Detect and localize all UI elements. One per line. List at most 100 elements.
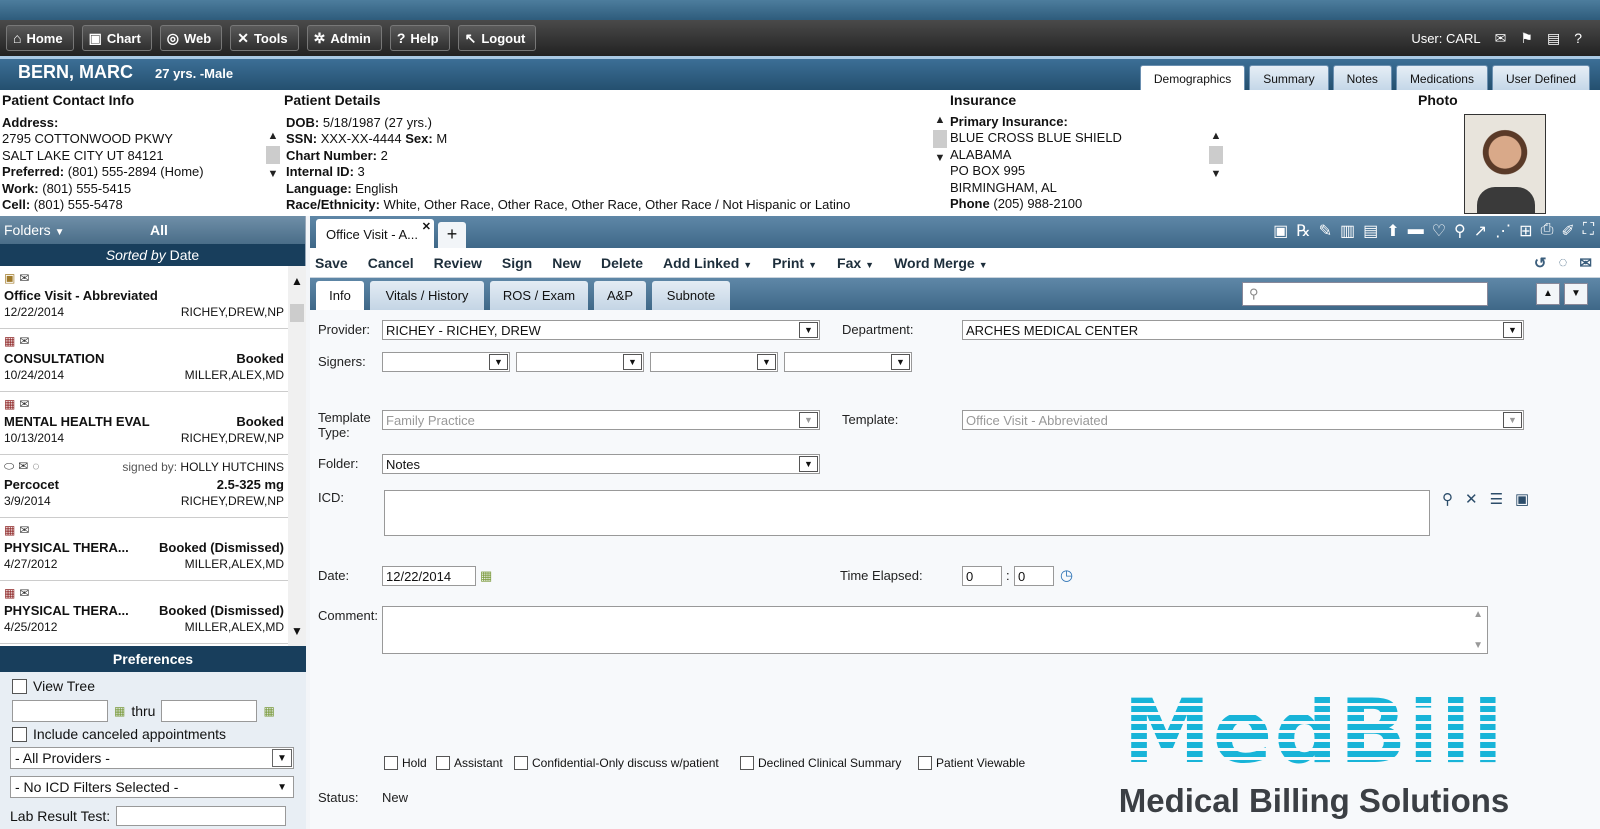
signer-select-1[interactable]: ▼ — [382, 352, 510, 372]
nav-help-button[interactable]: ? Help — [389, 25, 450, 51]
tab-office-visit[interactable]: Office Visit - A... ✕ — [316, 219, 434, 248]
tab-ros-exam[interactable]: ROS / Exam — [490, 281, 588, 310]
save-button[interactable]: Save — [315, 255, 348, 271]
search-icon[interactable]: ⚲ — [1442, 490, 1453, 508]
bed-icon[interactable]: ▬ — [1408, 221, 1424, 241]
tab-notes[interactable]: Notes — [1332, 65, 1392, 91]
tab-a-and-p[interactable]: A&P — [594, 281, 646, 310]
mail-icon[interactable]: ✉ — [1495, 30, 1507, 47]
close-icon[interactable]: ✕ — [422, 220, 431, 233]
signer-select-2[interactable]: ▼ — [516, 352, 644, 372]
tab-user-defined[interactable]: User Defined — [1491, 65, 1590, 91]
insurance-left-scrollbar[interactable]: ▲ ▼ — [932, 114, 948, 194]
scroll-thumb[interactable] — [1209, 146, 1223, 164]
time-hours-input[interactable]: 0 — [962, 566, 1002, 586]
scroll-thumb[interactable] — [290, 304, 304, 322]
assistant-checkbox-row[interactable]: Assistant — [436, 756, 503, 770]
tab-subnote[interactable]: Subnote — [652, 281, 730, 310]
previous-button[interactable]: ▲ — [1536, 283, 1560, 305]
search-input[interactable]: ⚲ — [1242, 282, 1488, 306]
tab-medications[interactable]: Medications — [1395, 65, 1488, 91]
sorted-by-header[interactable]: Sorted by Date — [0, 244, 305, 266]
run-icon[interactable]: ⚲ — [1454, 221, 1466, 241]
comment-icon[interactable]: ◌ — [1559, 254, 1568, 272]
confidential-checkbox-row[interactable]: Confidential-Only discuss w/patient — [514, 756, 719, 770]
folder-select[interactable]: Notes ▼ — [382, 454, 820, 474]
next-button[interactable]: ▼ — [1564, 283, 1588, 305]
pen-icon[interactable]: ✎ — [1319, 221, 1332, 241]
tab-vitals-history[interactable]: Vitals / History — [370, 281, 484, 310]
list-item[interactable]: ▦ ✉ MENTAL HEALTH EVAL Booked 10/13/2014 RI… — [0, 392, 288, 455]
hold-checkbox[interactable] — [384, 756, 398, 770]
time-minutes-input[interactable]: 0 — [1014, 566, 1054, 586]
date-to-input[interactable] — [161, 700, 258, 722]
list-item[interactable]: ▦ ✉ CONSULTATION Booked 10/24/2014 MILLER,A… — [0, 329, 288, 392]
help-circle-icon[interactable]: ? — [1574, 30, 1582, 46]
print-menu[interactable]: Print ▼ — [772, 255, 817, 271]
word-merge-menu[interactable]: Word Merge ▼ — [894, 255, 988, 271]
provider-select[interactable]: RICHEY - RICHEY, DREW ▼ — [382, 320, 820, 340]
list-icon[interactable]: ☰ — [1490, 490, 1503, 508]
envelope-icon[interactable]: ✉ — [1579, 254, 1592, 272]
signer-select-3[interactable]: ▼ — [650, 352, 778, 372]
scroll-up-icon[interactable]: ▲ — [1211, 130, 1222, 142]
include-canceled-checkbox[interactable] — [12, 726, 27, 742]
scroll-down-icon[interactable]: ▼ — [268, 168, 279, 180]
tab-summary[interactable]: Summary — [1249, 65, 1329, 91]
declined-summary-checkbox-row[interactable]: Declined Clinical Summary — [740, 756, 901, 770]
scroll-thumb[interactable] — [266, 146, 280, 164]
document-icon[interactable]: ▤ — [1547, 30, 1560, 47]
clear-icon[interactable]: ✕ — [1465, 490, 1478, 508]
patient-photo[interactable] — [1464, 114, 1546, 214]
add-linked-menu[interactable]: Add Linked ▼ — [663, 255, 752, 271]
patient-viewable-checkbox[interactable] — [918, 756, 932, 770]
delete-button[interactable]: Delete — [601, 255, 643, 271]
confidential-checkbox[interactable] — [514, 756, 528, 770]
add-document-icon[interactable]: ⊞ — [1519, 221, 1532, 241]
nav-chart-button[interactable]: ▣ Chart — [81, 25, 152, 51]
view-tree-checkbox[interactable] — [12, 678, 27, 694]
date-from-input[interactable] — [12, 700, 108, 722]
list-item[interactable]: ⬭ ✉ ◌ signed by: HOLLY HUTCHINS Percocet 2.… — [0, 455, 288, 518]
scroll-down-icon[interactable]: ▼ — [291, 624, 303, 638]
calendar-icon[interactable]: ▦ — [480, 568, 492, 584]
list-item[interactable]: ▦ ✉ PHYSICAL THERA... Booked (Dismissed) 4… — [0, 518, 288, 581]
scroll-up-icon[interactable]: ▲ — [268, 130, 279, 142]
nav-tools-button[interactable]: ✕ Tools — [230, 25, 299, 51]
providers-select[interactable]: - All Providers - ▼ — [10, 747, 294, 769]
patient-viewable-checkbox-row[interactable]: Patient Viewable — [918, 756, 1025, 770]
scatter-icon[interactable]: ⋰ — [1495, 221, 1511, 241]
insurance-right-scrollbar[interactable]: ▲ ▼ — [1208, 130, 1224, 190]
clipboard-icon[interactable]: ▣ — [1273, 221, 1288, 241]
comment-field[interactable]: ▲ ▼ — [382, 606, 1488, 654]
scroll-down-icon[interactable]: ▼ — [935, 152, 946, 164]
bar-chart-icon[interactable]: ▥ — [1340, 221, 1355, 241]
calendar-icon[interactable]: ▦ — [263, 704, 274, 718]
folders-dropdown[interactable]: Folders ▼ — [0, 222, 150, 238]
fax-menu[interactable]: Fax ▼ — [837, 255, 874, 271]
icd-filter-select[interactable]: - No ICD Filters Selected - ▼ — [10, 776, 294, 798]
nav-admin-button[interactable]: ✲ Admin — [306, 25, 382, 51]
new-button[interactable]: New — [552, 255, 581, 271]
calendar-icon[interactable]: ▦ — [114, 704, 125, 718]
template-type-select[interactable]: Family Practice ▼ — [382, 410, 820, 430]
prescription-icon[interactable]: ℞ — [1296, 221, 1310, 241]
list-item[interactable]: ▦ ✉ PHYSICAL THERA... Booked (Dismissed) 4… — [0, 581, 288, 644]
tasks-icon[interactable]: ⚑ — [1520, 30, 1533, 47]
hold-checkbox-row[interactable]: Hold — [384, 756, 427, 770]
fullscreen-icon[interactable]: ⛶ — [1583, 221, 1594, 241]
scroll-thumb[interactable] — [933, 130, 947, 148]
nav-logout-button[interactable]: ↖ Logout — [457, 25, 537, 51]
tab-info[interactable]: Info — [316, 281, 364, 310]
scroll-up-icon[interactable]: ▲ — [291, 274, 303, 288]
department-select[interactable]: ARCHES MEDICAL CENTER ▼ — [962, 320, 1524, 340]
save-icon[interactable]: ▣ — [1515, 490, 1529, 508]
folders-filter[interactable]: All — [150, 222, 168, 238]
sign-button[interactable]: Sign — [502, 255, 532, 271]
declined-summary-checkbox[interactable] — [740, 756, 754, 770]
heart-icon[interactable]: ♡ — [1432, 221, 1446, 241]
nav-web-button[interactable]: ◎ Web — [159, 25, 223, 51]
scroll-down-icon[interactable]: ▼ — [1211, 168, 1222, 180]
document-icon[interactable]: ▤ — [1363, 221, 1378, 241]
scroll-up-icon[interactable]: ▲ — [1473, 609, 1483, 620]
